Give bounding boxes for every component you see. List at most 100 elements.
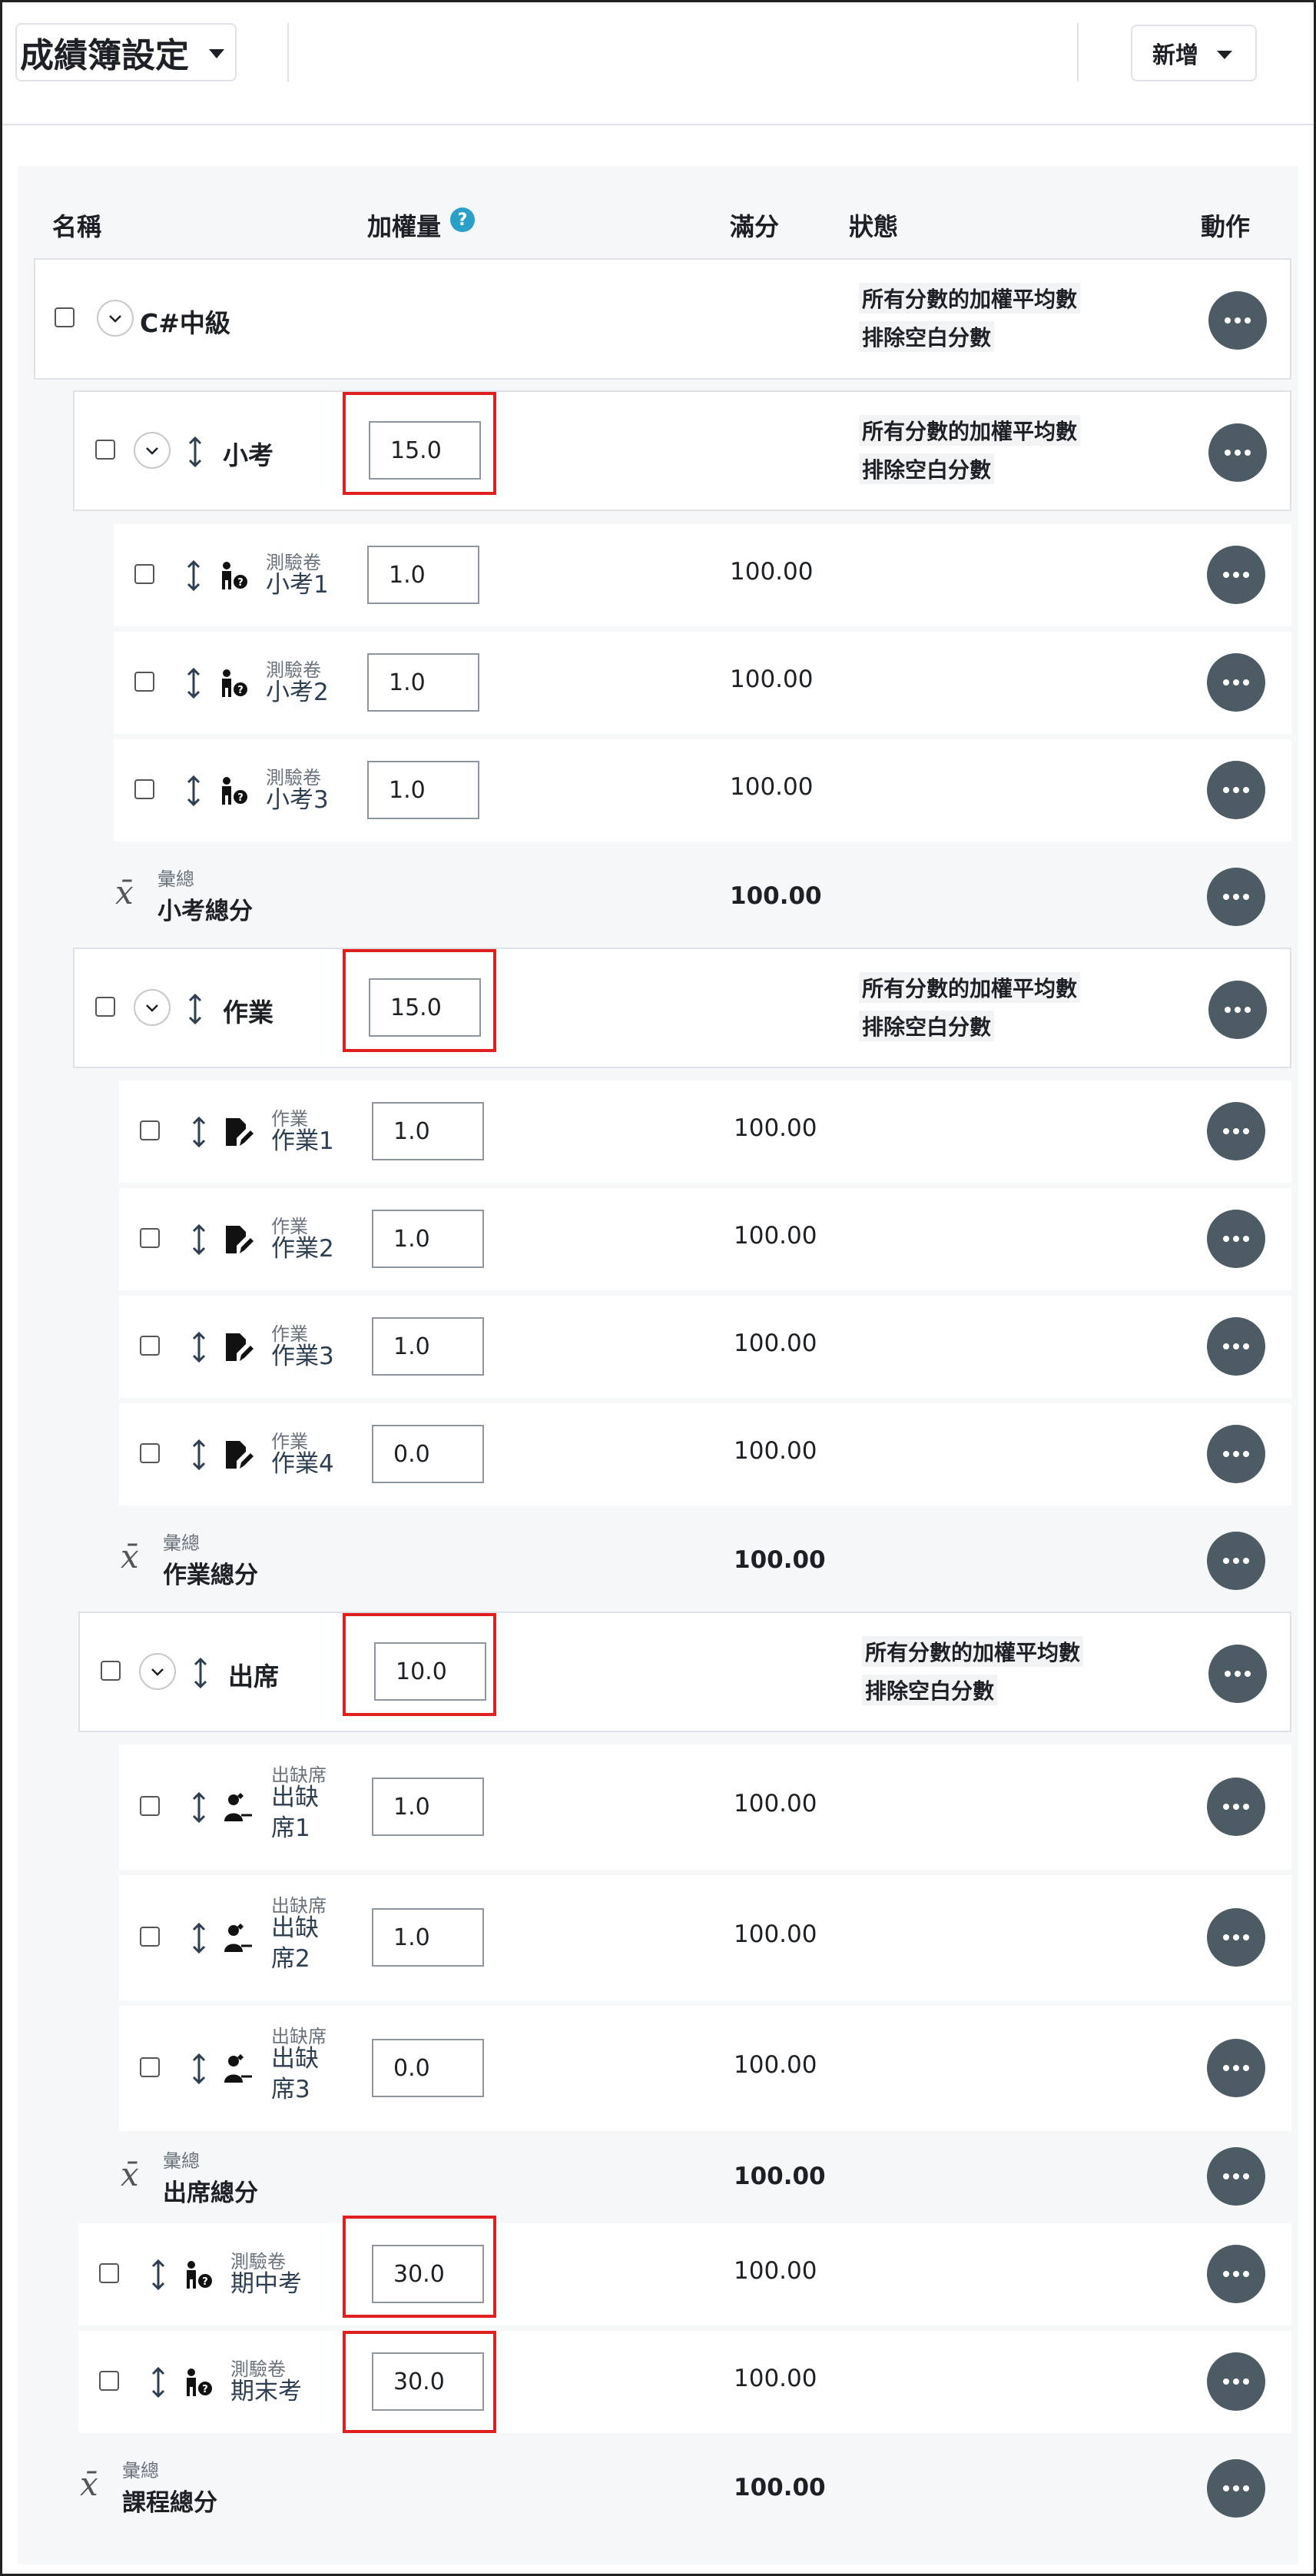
item-name-link[interactable]: 出缺 [271,1783,319,1813]
move-icon[interactable] [190,1115,208,1149]
actions-menu-button[interactable] [1207,868,1265,926]
select-checkbox[interactable] [140,1228,160,1248]
actions-menu-button[interactable] [1207,1778,1265,1836]
move-icon[interactable] [184,774,203,808]
item-name-link[interactable]: 小考1 [266,570,329,600]
item-name-link[interactable]: 出缺 [271,2044,319,2074]
sigma-icon: x̄ [115,874,134,911]
add-button[interactable]: 新增 [1131,25,1257,81]
actions-menu-button[interactable] [1208,291,1267,350]
weight-input[interactable]: 0.0 [372,2039,484,2097]
actions-menu-button[interactable] [1207,1102,1265,1160]
actions-menu-button[interactable] [1207,1210,1265,1268]
select-checkbox[interactable] [140,1120,160,1140]
status-exclude-empty: 排除空白分數 [862,1675,998,1705]
actions-menu-button[interactable] [1208,423,1267,482]
actions-menu-button[interactable] [1207,2147,1265,2206]
move-icon[interactable] [190,1921,208,1955]
grade-item-row: 作業 作業2 1.0 100.00 [119,1188,1291,1290]
attendance-icon [224,1923,252,1952]
select-checkbox[interactable] [101,1661,121,1681]
item-name-link[interactable]: 期中考 [230,2269,302,2299]
item-type: 彙總 [163,1532,200,1554]
item-name-link[interactable]: 席3 [271,2075,310,2105]
move-icon[interactable] [190,1438,208,1472]
weight-input[interactable]: 1.0 [367,761,479,819]
actions-menu-button[interactable] [1207,1317,1265,1376]
item-name-link[interactable]: 作業4 [271,1449,334,1479]
total-name: 小考總分 [157,898,253,925]
select-checkbox[interactable] [140,1336,160,1356]
move-icon[interactable] [186,992,204,1026]
chevron-down-icon [146,1004,158,1012]
select-checkbox[interactable] [140,1796,160,1816]
total-name: 出席總分 [163,2179,258,2207]
actions-menu-button[interactable] [1207,2245,1265,2303]
select-checkbox[interactable] [140,2057,160,2077]
move-icon[interactable] [186,435,204,469]
collapse-toggle[interactable] [139,1653,176,1690]
move-icon[interactable] [184,666,203,700]
actions-menu-button[interactable] [1207,761,1265,819]
actions-menu-button[interactable] [1207,1532,1265,1590]
item-name-link[interactable]: 期末考 [230,2377,302,2407]
help-icon[interactable]: ? [450,207,475,232]
select-checkbox[interactable] [99,2371,119,2391]
svg-text:?: ? [237,685,244,696]
item-name-link[interactable]: 席1 [271,1814,310,1844]
move-icon[interactable] [190,1223,208,1256]
actions-menu-button[interactable] [1207,546,1265,604]
weight-input[interactable]: 1.0 [372,1778,484,1836]
weight-input[interactable]: 1.0 [367,653,479,712]
select-checkbox[interactable] [134,779,154,799]
highlight-box [343,2331,496,2433]
item-name-link[interactable]: 作業2 [271,1234,334,1264]
weight-input[interactable]: 1.0 [372,1210,484,1268]
item-name-link[interactable]: 小考3 [266,785,329,815]
actions-menu-button[interactable] [1207,1908,1265,1967]
weight-input[interactable]: 0.0 [372,1425,484,1483]
item-name-link[interactable]: 作業3 [271,1342,334,1372]
select-checkbox[interactable] [140,1927,160,1947]
chevron-down-icon [109,315,121,323]
actions-menu-button[interactable] [1207,2459,1265,2518]
item-name-link[interactable]: 出缺 [271,1914,319,1944]
move-icon[interactable] [149,2258,167,2292]
move-icon[interactable] [149,2365,167,2399]
select-checkbox[interactable] [140,1443,160,1463]
weight-input[interactable]: 1.0 [367,546,479,604]
weight-input[interactable]: 1.0 [372,1908,484,1967]
collapse-toggle[interactable] [97,300,134,337]
move-icon[interactable] [190,2052,208,2086]
actions-menu-button[interactable] [1207,1425,1265,1483]
actions-menu-button[interactable] [1208,1645,1267,1703]
select-checkbox[interactable] [134,564,154,584]
select-checkbox[interactable] [95,440,115,460]
weight-input[interactable]: 1.0 [372,1102,484,1160]
move-icon[interactable] [184,559,203,593]
select-checkbox[interactable] [95,997,115,1017]
item-name-link[interactable]: 席2 [271,1944,310,1974]
weight-input[interactable]: 1.0 [372,1317,484,1376]
select-checkbox[interactable] [134,672,154,692]
quiz-icon: ? [187,2261,212,2289]
actions-menu-button[interactable] [1208,981,1267,1039]
collapse-toggle[interactable] [134,432,171,469]
actions-menu-button[interactable] [1207,2352,1265,2411]
move-icon[interactable] [191,1656,210,1690]
select-checkbox[interactable] [55,307,75,327]
divider [287,23,289,81]
collapse-toggle[interactable] [134,989,171,1026]
item-name-link[interactable]: 作業1 [271,1127,334,1157]
category-total-row: x̄ 彙總 小考總分 100.00 [73,847,1291,944]
move-icon[interactable] [190,1791,208,1824]
gradebook-setup-selector[interactable]: 成績簿設定 [15,23,237,81]
grade-item-row: 出缺席 出缺 席2 1.0 100.00 [119,1875,1291,2000]
max-grade: 100.00 [734,2257,817,2285]
actions-menu-button[interactable] [1207,653,1265,712]
select-checkbox[interactable] [99,2263,119,2283]
actions-menu-button[interactable] [1207,2039,1265,2097]
item-name-link[interactable]: 小考2 [266,678,329,708]
total-name: 作業總分 [163,1562,258,1589]
move-icon[interactable] [190,1330,208,1364]
